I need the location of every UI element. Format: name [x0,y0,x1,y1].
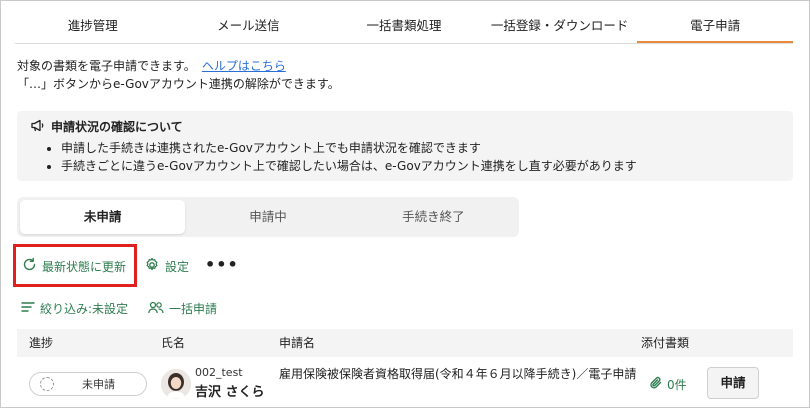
notice-item: 手続きごとに違うe-Govアカウント上で確認したい場合は、e-Govアカウント連… [61,157,637,175]
attachments-link[interactable]: 0件 [649,376,687,393]
description-line1: 対象の書類を電子申請できます。 [17,59,196,73]
filter-button[interactable]: 絞り込み:未設定 [21,300,128,317]
column-header-attachments: 添付書類 [641,336,690,350]
attachments-count: 0件 [667,378,687,392]
more-options-button[interactable]: ••• [205,257,239,273]
user-id: 002_test [195,366,243,379]
tab-e-application[interactable]: 電子申請 [637,10,793,43]
megaphone-icon [31,119,45,135]
paperclip-icon [649,376,663,393]
filter-lines-icon [21,301,35,316]
description-line2: 「…」ボタンからe-Govアカウント連携の解除ができます。 [17,77,340,91]
column-header-name: 氏名 [161,336,186,350]
settings-label: 設定 [165,260,190,274]
segment-completed[interactable]: 手続き終了 [351,200,516,234]
filter-label: 絞り込み:未設定 [40,302,129,316]
bulk-apply-button[interactable]: 一括申請 [148,300,217,317]
tab-bulk-docs[interactable]: 一括書類処理 [326,10,482,43]
help-link[interactable]: ヘルプはこちら [202,59,286,73]
notice-list: 申請した手続きは連携されたe-Govアカウント上でも申請状況を確認できます 手続… [61,139,637,175]
status-badge: 未申請 [29,372,147,396]
apply-button[interactable]: 申請 [707,367,759,399]
gear-icon [144,257,160,276]
application-name: 雇用保険被保険者資格取得届(令和４年６月以降手続き)／電子申請 [279,367,637,381]
segment-applying[interactable]: 申請中 [185,200,350,234]
main-frame: 進捗管理 メール送信 一括書類処理 一括登録・ダウンロード 電子申請 対象の書類… [0,0,810,408]
users-icon [148,301,164,317]
bulk-apply-label: 一括申請 [169,302,218,316]
description: 対象の書類を電子申請できます。 ヘルプはこちら 「…」ボタンからe-Govアカウン… [17,57,340,93]
table-header: 進捗 氏名 申請名 添付書類 [17,329,793,357]
tab-bulk-register[interactable]: 一括登録・ダウンロード [482,10,638,43]
avatar [161,369,191,399]
column-header-application: 申請名 [279,336,316,350]
top-tabs: 進捗管理 メール送信 一括書類処理 一括登録・ダウンロード 電子申請 [15,10,793,44]
notice-box: 申請状況の確認について 申請した手続きは連携されたe-Govアカウント上でも申請… [17,111,793,181]
segment-not-applied[interactable]: 未申請 [20,200,186,234]
pending-circle-icon [40,377,54,391]
refresh-label: 最新状態に更新 [42,259,127,274]
notice-title-row: 申請状況の確認について [31,118,183,135]
column-header-progress: 進捗 [29,336,54,350]
settings-button[interactable]: 設定 [144,257,189,276]
notice-item: 申請した手続きは連携されたe-Govアカウント上でも申請状況を確認できます [61,139,637,157]
table-row: 未申請 002_test 吉沢 さくら 雇用保険被保険者資格取得届(令和４年６月… [17,359,793,407]
refresh-button[interactable]: 最新状態に更新 [22,257,126,275]
user-name: 吉沢 さくら [195,385,265,400]
tab-mail[interactable]: メール送信 [171,10,327,43]
tab-progress[interactable]: 進捗管理 [15,10,171,43]
refresh-icon [22,257,37,275]
status-text: 未申請 [82,378,115,391]
notice-title: 申請状況の確認について [51,120,183,134]
status-segmented-control: 未申請 申請中 手続き終了 [17,197,519,237]
